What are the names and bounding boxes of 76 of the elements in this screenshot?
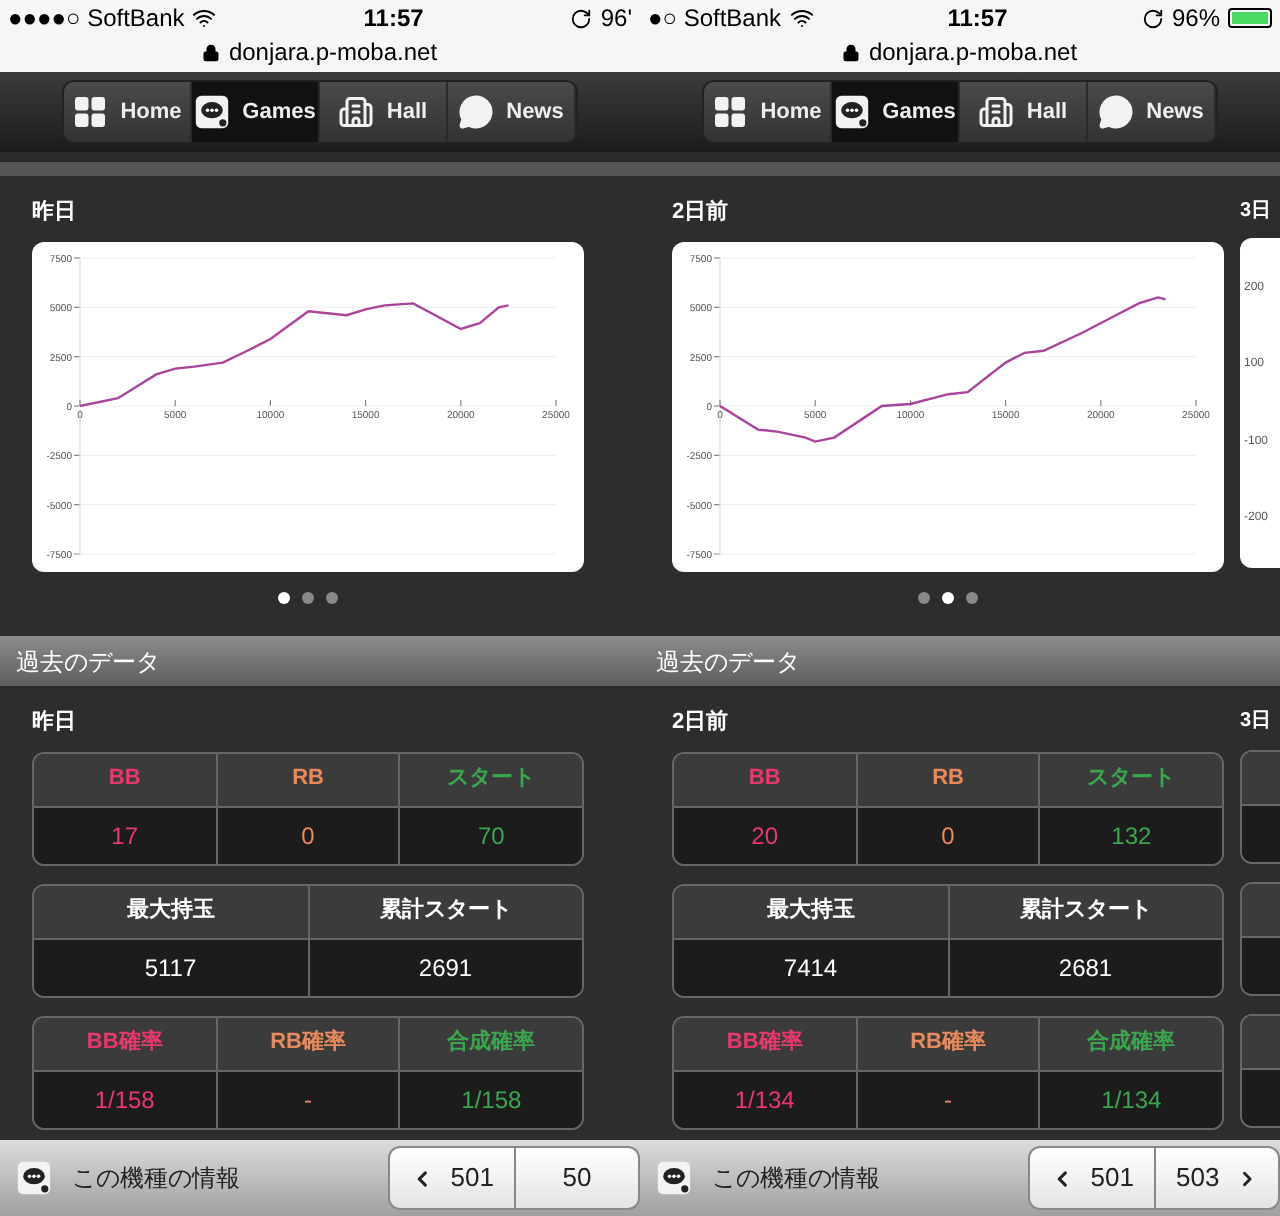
battery-percent: 96' — [600, 2, 632, 36]
table-header-cell: BB — [674, 753, 856, 807]
battery-percent: 96% — [1171, 2, 1220, 36]
day-label: 2日前 — [672, 707, 731, 738]
table-cell: 0 — [217, 807, 399, 863]
chart-title: 3日 — [1240, 198, 1274, 226]
nav-tab[interactable]: News — [448, 82, 576, 142]
info-label: この機種の情報 — [712, 1162, 880, 1196]
nav-tab[interactable]: Home — [704, 82, 832, 142]
table-header-cell: RB — [217, 753, 399, 807]
chart-title: 昨日 — [32, 198, 78, 228]
speech-bubble-icon — [458, 94, 495, 130]
chat-face-icon — [194, 94, 231, 130]
table-header-cell: スタート — [1040, 753, 1222, 807]
nav-tab[interactable]: Games — [832, 82, 960, 142]
table-header-cell: 累計スタート — [309, 885, 582, 939]
table-cell: - — [857, 1071, 1039, 1127]
table-header-cell: BB — [34, 753, 216, 807]
section-title: 過去のデータ — [16, 645, 160, 679]
circular-arrow-icon — [570, 7, 593, 29]
table-cell: 2691 — [309, 939, 582, 995]
table-header-cell: RB確率 — [217, 1017, 399, 1071]
table-header-cell: 累計スタート — [949, 885, 1222, 939]
chat-face-icon — [656, 1160, 692, 1196]
building-icon — [338, 94, 375, 130]
building-icon — [978, 94, 1015, 130]
clock: 11:57 — [363, 2, 424, 36]
clock: 11:57 — [947, 2, 1008, 36]
table-header-cell: BB確率 — [674, 1017, 856, 1071]
day-label: 3日 — [1240, 708, 1274, 736]
speech-bubble-icon — [1098, 94, 1135, 130]
table-cell: 1/134 — [674, 1071, 856, 1127]
table-header-cell: 合成確率 — [400, 1017, 582, 1071]
pager-button[interactable]: 50 — [516, 1146, 640, 1210]
url-text: donjara.p-moba.net — [228, 36, 438, 70]
table-cell: 20 — [674, 807, 856, 863]
grid-icon — [712, 94, 749, 130]
table-cell: 7414 — [674, 939, 947, 995]
table-header-cell: 合成確率 — [1040, 1017, 1222, 1071]
chat-face-icon — [16, 1160, 52, 1196]
carrier-label: ●●●●○ SoftBank — [8, 2, 185, 36]
table-cell: 5117 — [34, 939, 307, 995]
carrier-label: ●○ SoftBank — [648, 2, 782, 36]
table-header-cell: RB — [857, 753, 1039, 807]
info-label: この機種の情報 — [72, 1162, 240, 1196]
nav-tab[interactable]: Games — [192, 82, 320, 142]
lock-icon — [842, 43, 861, 61]
table-cell: 70 — [400, 807, 582, 863]
nav-tab[interactable]: News — [1088, 82, 1216, 142]
table-cell: 1/158 — [400, 1071, 582, 1127]
circular-arrow-icon — [1141, 7, 1164, 29]
table-header-cell: スタート — [400, 753, 582, 807]
chat-face-icon — [834, 94, 871, 130]
nav-tab[interactable]: Hall — [960, 82, 1088, 142]
nav-tab[interactable]: Hall — [320, 82, 448, 142]
table-cell: 17 — [34, 807, 216, 863]
table-header-cell: 最大持玉 — [34, 885, 307, 939]
section-title: 過去のデータ — [656, 645, 800, 679]
table-cell: 1/134 — [1040, 1071, 1222, 1127]
table-header-cell: RB確率 — [857, 1017, 1039, 1071]
table-cell: 0 — [857, 807, 1039, 863]
lock-icon — [202, 43, 221, 61]
table-cell: 132 — [1040, 807, 1222, 863]
table-cell: 2681 — [949, 939, 1222, 995]
nav-tab[interactable]: Home — [64, 82, 192, 142]
day-label: 昨日 — [32, 708, 78, 738]
table-header-cell: 最大持玉 — [674, 885, 947, 939]
grid-icon — [72, 94, 109, 130]
pager-button[interactable]: 501 — [1028, 1146, 1156, 1210]
pager-button[interactable]: 503 — [1156, 1146, 1280, 1210]
table-cell: - — [217, 1071, 399, 1127]
url-text: donjara.p-moba.net — [868, 36, 1078, 70]
pager-button[interactable]: 501 — [388, 1146, 516, 1210]
table-cell: 1/158 — [34, 1071, 216, 1127]
chart-title: 2日前 — [672, 197, 731, 228]
table-header-cell: BB確率 — [34, 1017, 216, 1071]
